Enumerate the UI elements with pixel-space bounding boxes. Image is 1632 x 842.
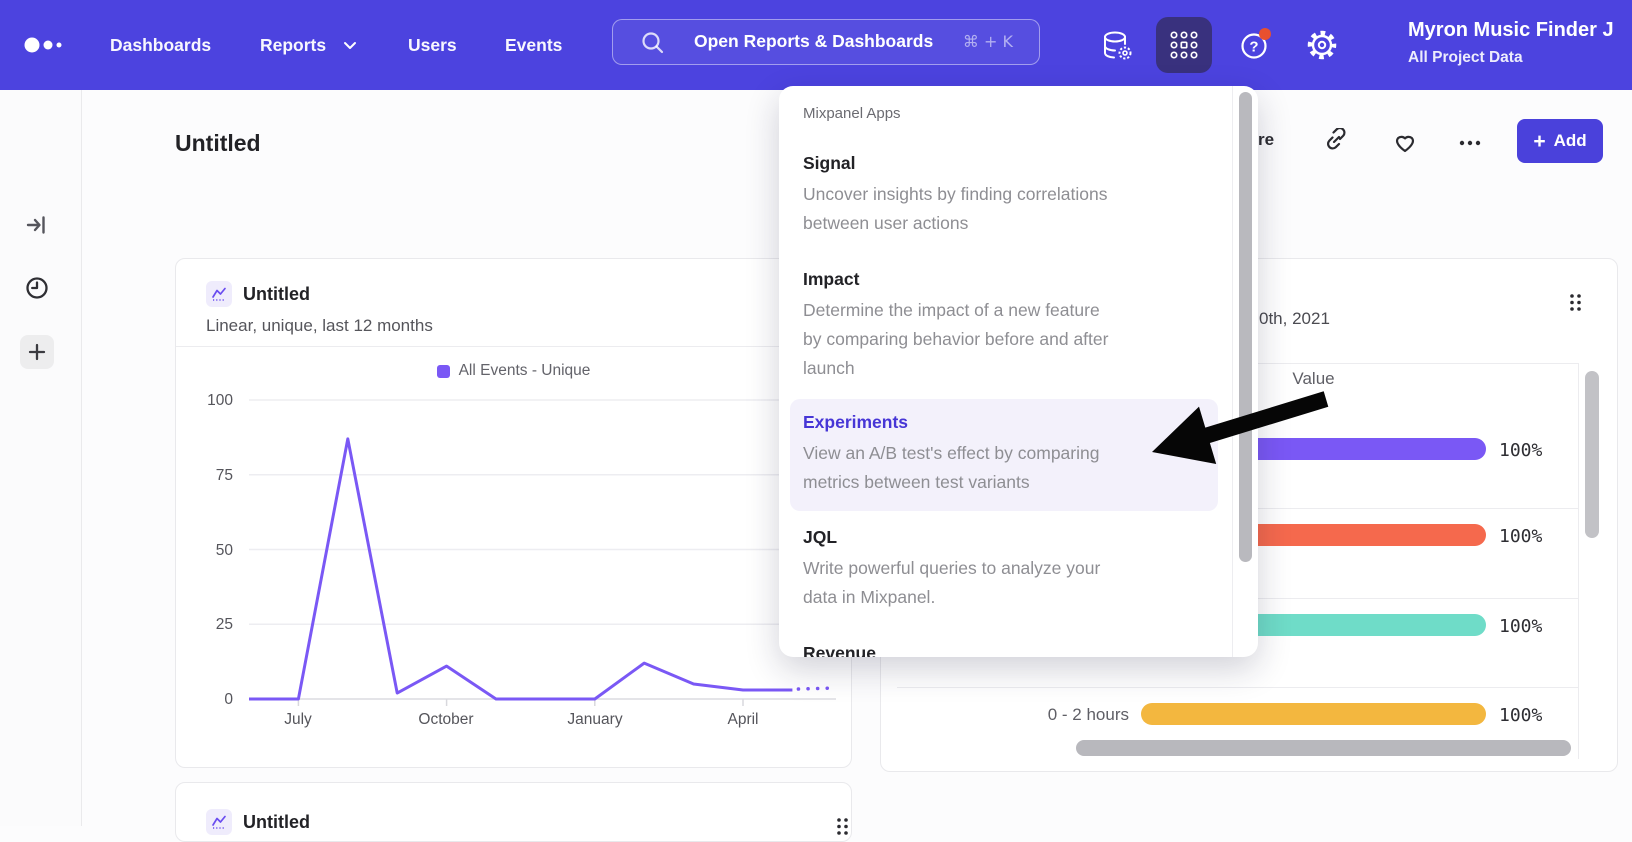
table-horizontal-scrollbar[interactable] [1076, 740, 1571, 756]
search-placeholder: Open Reports & Dashboards [694, 31, 933, 52]
drag-handle-icon[interactable] [1569, 293, 1583, 311]
menu-item-description: Determine the impact of a new feature [803, 296, 1183, 325]
divider [1232, 86, 1233, 657]
svg-text:?: ? [1249, 39, 1258, 56]
y-axis-tick: 50 [193, 542, 233, 560]
nav-events[interactable]: Events [505, 0, 562, 90]
x-axis-tick: April [698, 711, 788, 729]
menu-item-signal[interactable]: Signal [803, 153, 856, 174]
menu-item-description: launch [803, 354, 1183, 383]
table-vertical-scrollbar[interactable] [1585, 371, 1599, 538]
line-chart-plot [176, 259, 853, 769]
menu-item-description: data in Mixpanel. [803, 583, 1183, 612]
global-search-input[interactable]: Open Reports & Dashboards ⌘ + K [612, 19, 1040, 65]
table-border [1578, 363, 1579, 759]
gear-icon[interactable] [1304, 27, 1340, 63]
menu-item-jql[interactable]: JQL [803, 527, 837, 548]
dropdown-scrollbar[interactable] [1239, 92, 1252, 562]
search-icon [640, 30, 666, 56]
y-axis-tick: 0 [193, 691, 233, 709]
menu-item-description: by comparing behavior before and after [803, 325, 1183, 354]
menu-item-description: metrics between test variants [803, 468, 1183, 497]
menu-item-description: Write powerful queries to analyze your [803, 554, 1183, 583]
row-value: 100% [1499, 526, 1542, 547]
table-row-bar[interactable] [1141, 703, 1486, 725]
more-options-icon[interactable] [1456, 128, 1484, 156]
chart-card-untitled-2: Untitled [175, 782, 852, 842]
copy-link-icon[interactable] [1323, 128, 1351, 156]
page-title: Untitled [175, 130, 261, 157]
nav-reports[interactable]: Reports [260, 0, 326, 90]
add-section-button[interactable] [20, 335, 54, 369]
plus-icon: + [1533, 131, 1545, 152]
nav-dashboards[interactable]: Dashboards [110, 0, 211, 90]
row-value: 100% [1499, 440, 1542, 461]
row-separator [897, 687, 1578, 688]
favorite-heart-icon[interactable] [1391, 128, 1419, 156]
clock-icon [24, 275, 50, 301]
y-axis-tick: 25 [193, 616, 233, 634]
mixpanel-logo[interactable] [24, 33, 68, 57]
project-name[interactable]: Myron Music Finder J [1408, 19, 1632, 45]
arrow-to-bar-icon [25, 213, 49, 237]
y-axis-tick: 75 [193, 467, 233, 485]
x-axis-tick: October [401, 711, 491, 729]
drag-handle-icon[interactable] [836, 817, 850, 835]
row-label: 0 - 2 hours [937, 705, 1129, 725]
notification-dot [1259, 28, 1271, 40]
dropdown-header: Mixpanel Apps [803, 105, 901, 122]
plus-icon [27, 342, 47, 362]
mixpanel-apps-dropdown: Mixpanel Apps Signal Uncover insights by… [779, 86, 1258, 657]
data-management-icon[interactable] [1096, 25, 1138, 67]
left-sidebar [0, 90, 82, 826]
x-axis-tick: July [253, 711, 343, 729]
row-value: 100% [1499, 705, 1542, 726]
row-value: 100% [1499, 616, 1542, 637]
share-button-partial[interactable]: re [1258, 130, 1274, 150]
menu-item-impact[interactable]: Impact [803, 269, 859, 290]
add-button[interactable]: + Add [1517, 119, 1603, 163]
apps-grid-icon [1169, 30, 1199, 60]
menu-item-revenue[interactable]: Revenue [803, 643, 876, 657]
menu-item-description: between user actions [803, 209, 1183, 238]
menu-item-description: Uncover insights by finding correlations [803, 180, 1183, 209]
apps-grid-button[interactable] [1156, 17, 1212, 73]
search-shortcut: ⌘ + K [963, 32, 1013, 51]
menu-item-description: View an A/B test's effect by comparing [803, 439, 1183, 468]
chart-card-untitled: Untitled Linear, unique, last 12 months … [175, 258, 852, 768]
chart-title[interactable]: Untitled [243, 812, 310, 833]
y-axis-tick: 100 [193, 392, 233, 410]
x-axis-tick: January [550, 711, 640, 729]
recent-history-button[interactable] [20, 271, 54, 305]
line-chart-type-icon [206, 809, 232, 835]
help-icon[interactable]: ? [1236, 26, 1282, 66]
top-nav: Dashboards Reports Users Events Open Rep… [0, 0, 1632, 90]
project-data-scope: All Project Data [1408, 49, 1523, 67]
expand-sidebar-button[interactable] [20, 208, 54, 242]
date-range-partial: 0th, 2021 [1259, 309, 1330, 329]
menu-item-experiments[interactable]: Experiments [803, 412, 908, 433]
nav-users[interactable]: Users [408, 0, 457, 90]
chevron-down-icon [343, 41, 357, 50]
